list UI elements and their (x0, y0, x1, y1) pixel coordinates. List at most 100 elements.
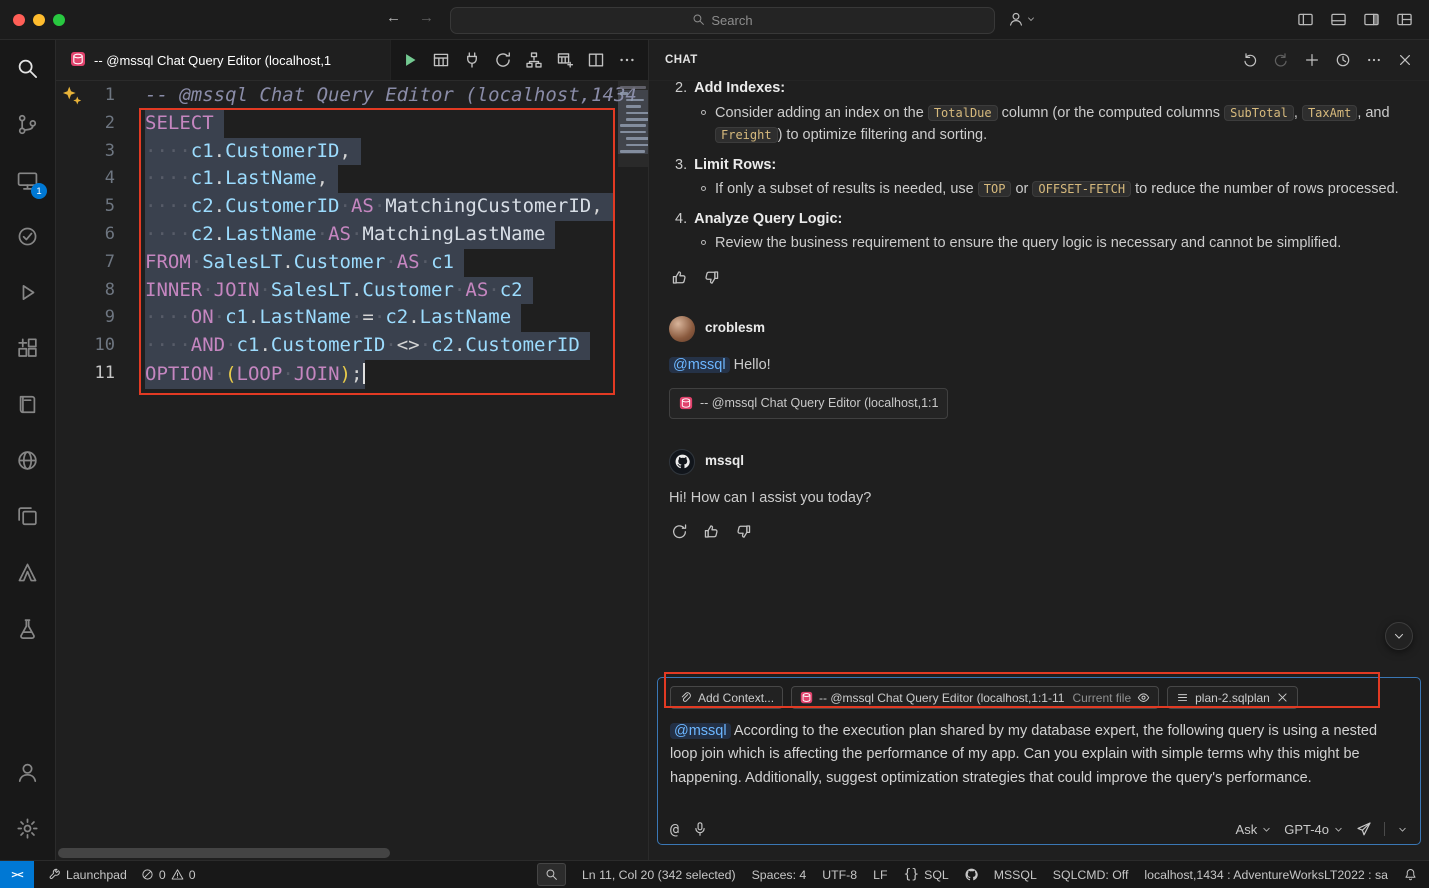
encoding[interactable]: UTF-8 (822, 868, 857, 882)
customize-layout-button[interactable] (1396, 11, 1413, 28)
editor-tab[interactable]: -- @mssql Chat Query Editor (localhost,1 (56, 40, 391, 80)
close-icon[interactable] (1276, 691, 1289, 704)
code-line[interactable]: 10····AND·c1.CustomerID·<>·c2.CustomerID (56, 332, 618, 360)
scroll-to-bottom-button[interactable] (1385, 622, 1413, 650)
model-picker[interactable]: GPT-4o (1284, 822, 1344, 837)
github-status[interactable] (965, 868, 978, 881)
undo-button[interactable] (1242, 52, 1258, 68)
toggle-secondary-sidebar-button[interactable] (1363, 11, 1380, 28)
thumbs-down-button[interactable] (735, 523, 752, 540)
attach-mention-button[interactable]: @ (670, 822, 679, 837)
mode-picker[interactable]: Ask (1236, 822, 1273, 837)
mention-chip[interactable]: @mssql (669, 357, 730, 373)
table-designer-button[interactable] (556, 51, 574, 69)
context-chip[interactable]: plan-2.sqlplan (1167, 686, 1298, 709)
code-line[interactable]: 3····c1.CustomerID, (56, 138, 618, 166)
send-options-button[interactable] (1397, 824, 1408, 835)
voice-input-button[interactable] (692, 821, 708, 837)
activity-item-source-control[interactable] (0, 96, 55, 152)
input-controls-right: Ask GPT-4o (1236, 821, 1408, 837)
activity-item-search[interactable] (0, 40, 55, 96)
remote-indicator[interactable]: >< (0, 861, 34, 888)
eol[interactable]: LF (873, 868, 887, 882)
thumbs-up-button[interactable] (671, 269, 688, 286)
code-token: Customer (362, 279, 454, 301)
activity-item-flask[interactable] (0, 600, 55, 656)
show-results-button[interactable] (432, 51, 450, 69)
zoom-window-button[interactable] (53, 14, 65, 26)
code-line[interactable]: 8INNER·JOIN·SalesLT.Customer·AS·c2 (56, 277, 618, 305)
code-token: · (374, 195, 385, 217)
context-chip[interactable]: -- @mssql Chat Query Editor (localhost,1… (791, 686, 1159, 709)
code-line[interactable]: 6····c2.LastName·AS·MatchingLastName (56, 221, 618, 249)
more-actions-button[interactable] (618, 51, 636, 69)
chat-input-text[interactable]: @mssql According to the execution plan s… (670, 720, 1408, 790)
toggle-panel-button[interactable] (1330, 11, 1347, 28)
search-placeholder: Search (711, 13, 752, 28)
disconnect-button[interactable] (463, 51, 481, 69)
code-token: c1 (225, 306, 248, 328)
back-button[interactable]: ← (386, 9, 401, 26)
sqlcmd-status[interactable]: SQLCMD: Off (1053, 868, 1129, 882)
mention-chip[interactable]: @mssql (670, 723, 731, 739)
context-chip[interactable]: Add Context... (670, 686, 783, 709)
code-line[interactable]: 4····c1.LastName, (56, 165, 618, 193)
cursor-position[interactable]: Ln 11, Col 20 (342 selected) (582, 868, 736, 882)
activity-item-extensions[interactable] (0, 320, 55, 376)
command-center-search[interactable]: Search (450, 7, 995, 34)
activity-item-settings[interactable] (0, 800, 55, 856)
close-window-button[interactable] (13, 14, 25, 26)
copilot-menu[interactable] (1008, 11, 1036, 27)
code-line[interactable]: 11OPTION·(LOOP·JOIN); (56, 360, 618, 388)
connection[interactable]: localhost,1434 : AdventureWorksLT2022 : … (1144, 868, 1388, 882)
indentation[interactable]: Spaces: 4 (752, 868, 807, 882)
code-editor[interactable]: 1-- @mssql Chat Query Editor (localhost,… (56, 81, 648, 860)
activity-item-web[interactable] (0, 432, 55, 488)
history-button[interactable] (1335, 52, 1351, 68)
show-query-plan-button[interactable] (525, 51, 543, 69)
redo-button[interactable] (1273, 52, 1289, 68)
toggle-primary-sidebar-button[interactable] (1297, 11, 1314, 28)
refresh-button[interactable] (671, 523, 688, 540)
activity-item-docs[interactable] (0, 376, 55, 432)
thumbs-up-button[interactable] (703, 523, 720, 540)
zoom-indicator[interactable] (537, 863, 566, 886)
mssql-status[interactable]: MSSQL (994, 868, 1037, 882)
eye-icon[interactable] (1137, 691, 1150, 704)
activity-item-run-debug[interactable] (0, 264, 55, 320)
thumbs-down-button[interactable] (703, 269, 720, 286)
minimize-window-button[interactable] (33, 14, 45, 26)
close-button[interactable] (1397, 52, 1413, 68)
forward-button[interactable]: → (419, 9, 434, 26)
horizontal-scrollbar[interactable] (58, 848, 390, 858)
change-connection-button[interactable] (494, 51, 512, 69)
activity-item-accounts[interactable] (0, 744, 55, 800)
code-line[interactable]: 1-- @mssql Chat Query Editor (localhost,… (56, 82, 618, 110)
code-line[interactable]: 5····c2.CustomerID·AS·MatchingCustomerID… (56, 193, 618, 221)
code-line[interactable]: 2SELECT (56, 110, 618, 138)
chat-input-box[interactable]: Add Context... -- @mssql Chat Query Edito… (657, 677, 1421, 845)
attachment-chip[interactable]: -- @mssql Chat Query Editor (localhost,1… (669, 388, 948, 419)
split-editor-button[interactable] (587, 51, 605, 69)
activity-item-remote-explorer[interactable]: 1 (0, 152, 55, 208)
problems[interactable]: 00 (141, 868, 196, 882)
text-run: Hi! How can I assist you today? (669, 490, 871, 506)
activity-item-windows[interactable] (0, 488, 55, 544)
language-mode[interactable]: {}SQL (903, 868, 948, 882)
notifications[interactable] (1404, 868, 1417, 881)
activity-item-testing[interactable] (0, 208, 55, 264)
launchpad[interactable]: Launchpad (48, 868, 127, 882)
activity-item-azure[interactable] (0, 544, 55, 600)
code-line[interactable]: 7FROM·SalesLT.Customer·AS·c1 (56, 249, 618, 277)
ordered-list-item: 2.Add Indexes: (675, 81, 1409, 100)
new-chat-button[interactable] (1304, 52, 1320, 68)
more-button[interactable] (1366, 52, 1382, 68)
attachment-row: -- @mssql Chat Query Editor (localhost,1… (669, 376, 1409, 419)
code-token: · (214, 363, 225, 385)
code-token: · (202, 279, 213, 301)
minimap[interactable] (618, 81, 648, 846)
run-query-button[interactable] (401, 51, 419, 69)
copilot-sparkle-icon[interactable] (61, 85, 83, 111)
send-button[interactable] (1356, 821, 1372, 837)
code-line[interactable]: 9····ON·c1.LastName·=·c2.LastName (56, 304, 618, 332)
